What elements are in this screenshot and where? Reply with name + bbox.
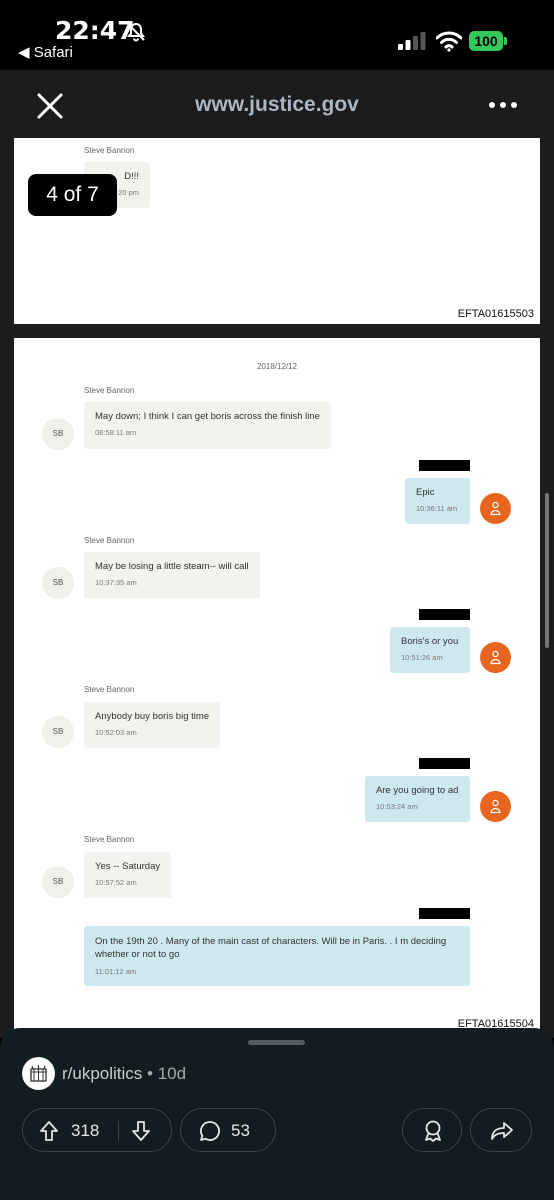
message-bubble: May down; I think I can get boris across… — [84, 402, 331, 449]
message-bubble: On the 19th 20 . Many of the main cast o… — [84, 926, 470, 986]
message-bubble: Are you going to ad 10:53:24 am — [365, 776, 470, 822]
battery-level: 100 — [469, 31, 503, 51]
message-timestamp: 10:53:24 am — [376, 802, 418, 811]
clock: 22:47 — [55, 16, 135, 45]
redaction-bar — [419, 758, 470, 769]
document-page: 2018/12/12 Steve Bannon SB May down; I t… — [14, 338, 540, 1038]
message-text: Yes -- Saturday — [95, 861, 161, 872]
share-icon — [491, 1122, 513, 1140]
message-bubble: Boris's or you 10:51:26 am — [390, 627, 470, 673]
more-options-icon[interactable] — [488, 100, 518, 110]
message-text: May be losing a little steam-- will call — [95, 561, 249, 572]
divider — [118, 1121, 119, 1141]
award-button[interactable] — [402, 1108, 462, 1152]
redaction-bar — [419, 609, 470, 620]
post-age: • 10d — [147, 1064, 187, 1083]
share-button[interactable] — [470, 1108, 532, 1152]
message-bubble: Yes -- Saturday 10:57:52 am — [84, 852, 172, 898]
comments-button[interactable]: 53 — [180, 1108, 276, 1152]
comment-icon — [199, 1121, 220, 1141]
message-text: Anybody buy boris big time — [95, 711, 210, 722]
message-text: Are you going to ad — [376, 785, 459, 796]
sender-name: Steve Bannon — [84, 146, 135, 155]
message-text: Epic — [416, 487, 435, 498]
person-icon — [490, 650, 501, 665]
back-to-app-link[interactable]: ◀ Safari — [18, 43, 73, 61]
message-timestamp: 10:51:26 am — [401, 653, 443, 662]
message-text: On the 19th 20 . Many of the main cast o… — [95, 936, 447, 960]
conversation-date: 2018/12/12 — [256, 362, 298, 371]
message-timestamp: 10:57:52 am — [95, 878, 137, 887]
page-url[interactable]: www.justice.gov — [0, 93, 554, 117]
message-timestamp: 10:37:35 am — [95, 578, 137, 587]
message-timestamp: 08:58:11 am — [95, 428, 137, 437]
subreddit-name[interactable]: r/ukpolitics — [62, 1064, 142, 1083]
avatar: SB — [42, 418, 74, 450]
home-indicator — [0, 1190, 554, 1200]
redaction-bar — [419, 460, 470, 471]
battery-indicator: 100 — [469, 31, 507, 51]
sender-name: Steve Bannon — [84, 835, 135, 844]
battery-nub — [504, 37, 507, 45]
vote-control: 318 — [22, 1108, 172, 1152]
message-text: Boris's or you — [401, 636, 459, 647]
message-text: May down; I think I can get boris across… — [95, 411, 320, 422]
message-bubble: Anybody buy boris big time 10:52:03 am — [84, 702, 221, 748]
upvote-icon[interactable] — [39, 1120, 59, 1142]
sender-name: Steve Bannon — [84, 386, 135, 395]
message-bubble: Epic 10:36:11 am — [405, 478, 470, 524]
browser-nav-bar: www.justice.gov — [0, 70, 554, 138]
subreddit-label[interactable]: r/ukpolitics • 10d — [62, 1064, 186, 1084]
comment-count: 53 — [231, 1121, 250, 1140]
wifi-icon — [436, 31, 462, 52]
scrollbar[interactable] — [545, 493, 549, 648]
message-bubble: May be losing a little steam-- will call… — [84, 552, 260, 598]
bell-muted-icon — [126, 22, 146, 42]
upvote-count: 318 — [71, 1121, 100, 1140]
person-icon — [490, 501, 501, 516]
avatar — [480, 642, 511, 673]
message-timestamp: 10:36:11 am — [416, 504, 458, 513]
post-action-sheet: r/ukpolitics • 10d 318 53 — [0, 1028, 554, 1200]
person-icon — [490, 799, 501, 814]
document-id: EFTA01615503 — [457, 308, 534, 320]
subreddit-icon[interactable] — [22, 1057, 55, 1090]
avatar: SB — [42, 567, 74, 599]
downvote-icon[interactable] — [131, 1120, 151, 1142]
sender-name: Steve Bannon — [84, 536, 135, 545]
sheet-handle[interactable] — [248, 1040, 305, 1045]
document-viewer[interactable]: Steve Bannon D!!! 20 pm EFTA01615503 201… — [0, 138, 554, 1038]
award-icon — [425, 1120, 441, 1142]
status-bar: 22:47 ◀ Safari 100 — [0, 0, 554, 70]
avatar: SB — [42, 866, 74, 898]
document-page: Steve Bannon D!!! 20 pm EFTA01615503 — [14, 138, 540, 324]
avatar — [480, 493, 511, 524]
sender-name: Steve Bannon — [84, 685, 135, 694]
message-timestamp: 10:52:03 am — [95, 728, 137, 737]
avatar — [480, 791, 511, 822]
page-indicator: 4 of 7 — [28, 174, 117, 216]
cellular-signal-icon — [398, 32, 426, 50]
message-timestamp: 11:01:12 am — [95, 967, 137, 976]
redaction-bar — [419, 908, 470, 919]
avatar: SB — [42, 716, 74, 748]
